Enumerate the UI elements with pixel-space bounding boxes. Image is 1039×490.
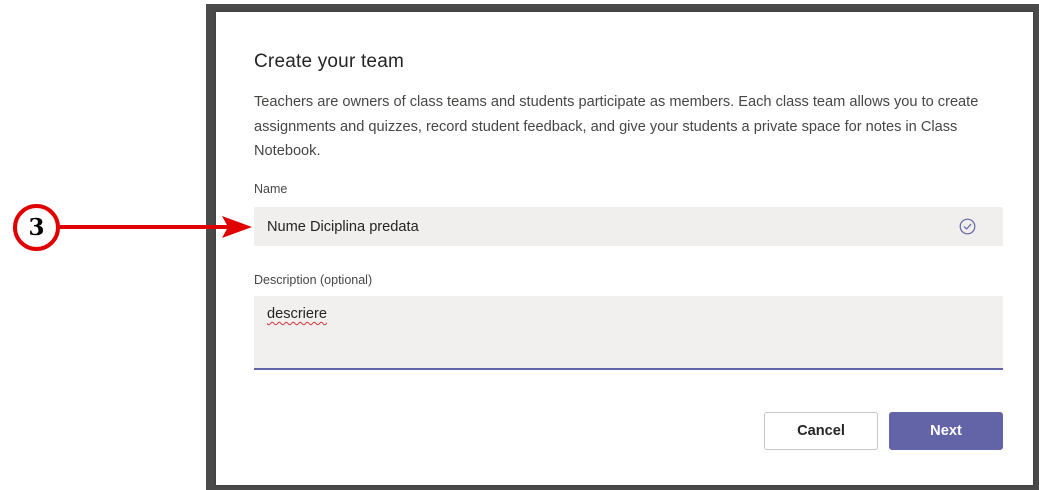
dialog-description: Teachers are owners of class teams and s… [254, 94, 979, 159]
step-callout: 3 [13, 204, 60, 251]
team-name-input[interactable]: Nume Diciplina predata [254, 207, 1003, 246]
dialog-title: Create your team [254, 51, 404, 72]
next-button[interactable]: Next [889, 412, 1003, 450]
name-label: Name [254, 182, 288, 196]
create-team-dialog: Create your team Teachers are owners of … [216, 12, 1033, 485]
team-description-textarea[interactable]: descriere [254, 296, 1003, 370]
team-description-value: descriere [267, 306, 328, 322]
team-name-value: Nume Diciplina predata [267, 218, 419, 235]
description-label: Description (optional) [254, 273, 373, 287]
check-circle-icon [959, 218, 976, 235]
cancel-button[interactable]: Cancel [764, 412, 878, 450]
step-number: 3 [28, 214, 45, 241]
